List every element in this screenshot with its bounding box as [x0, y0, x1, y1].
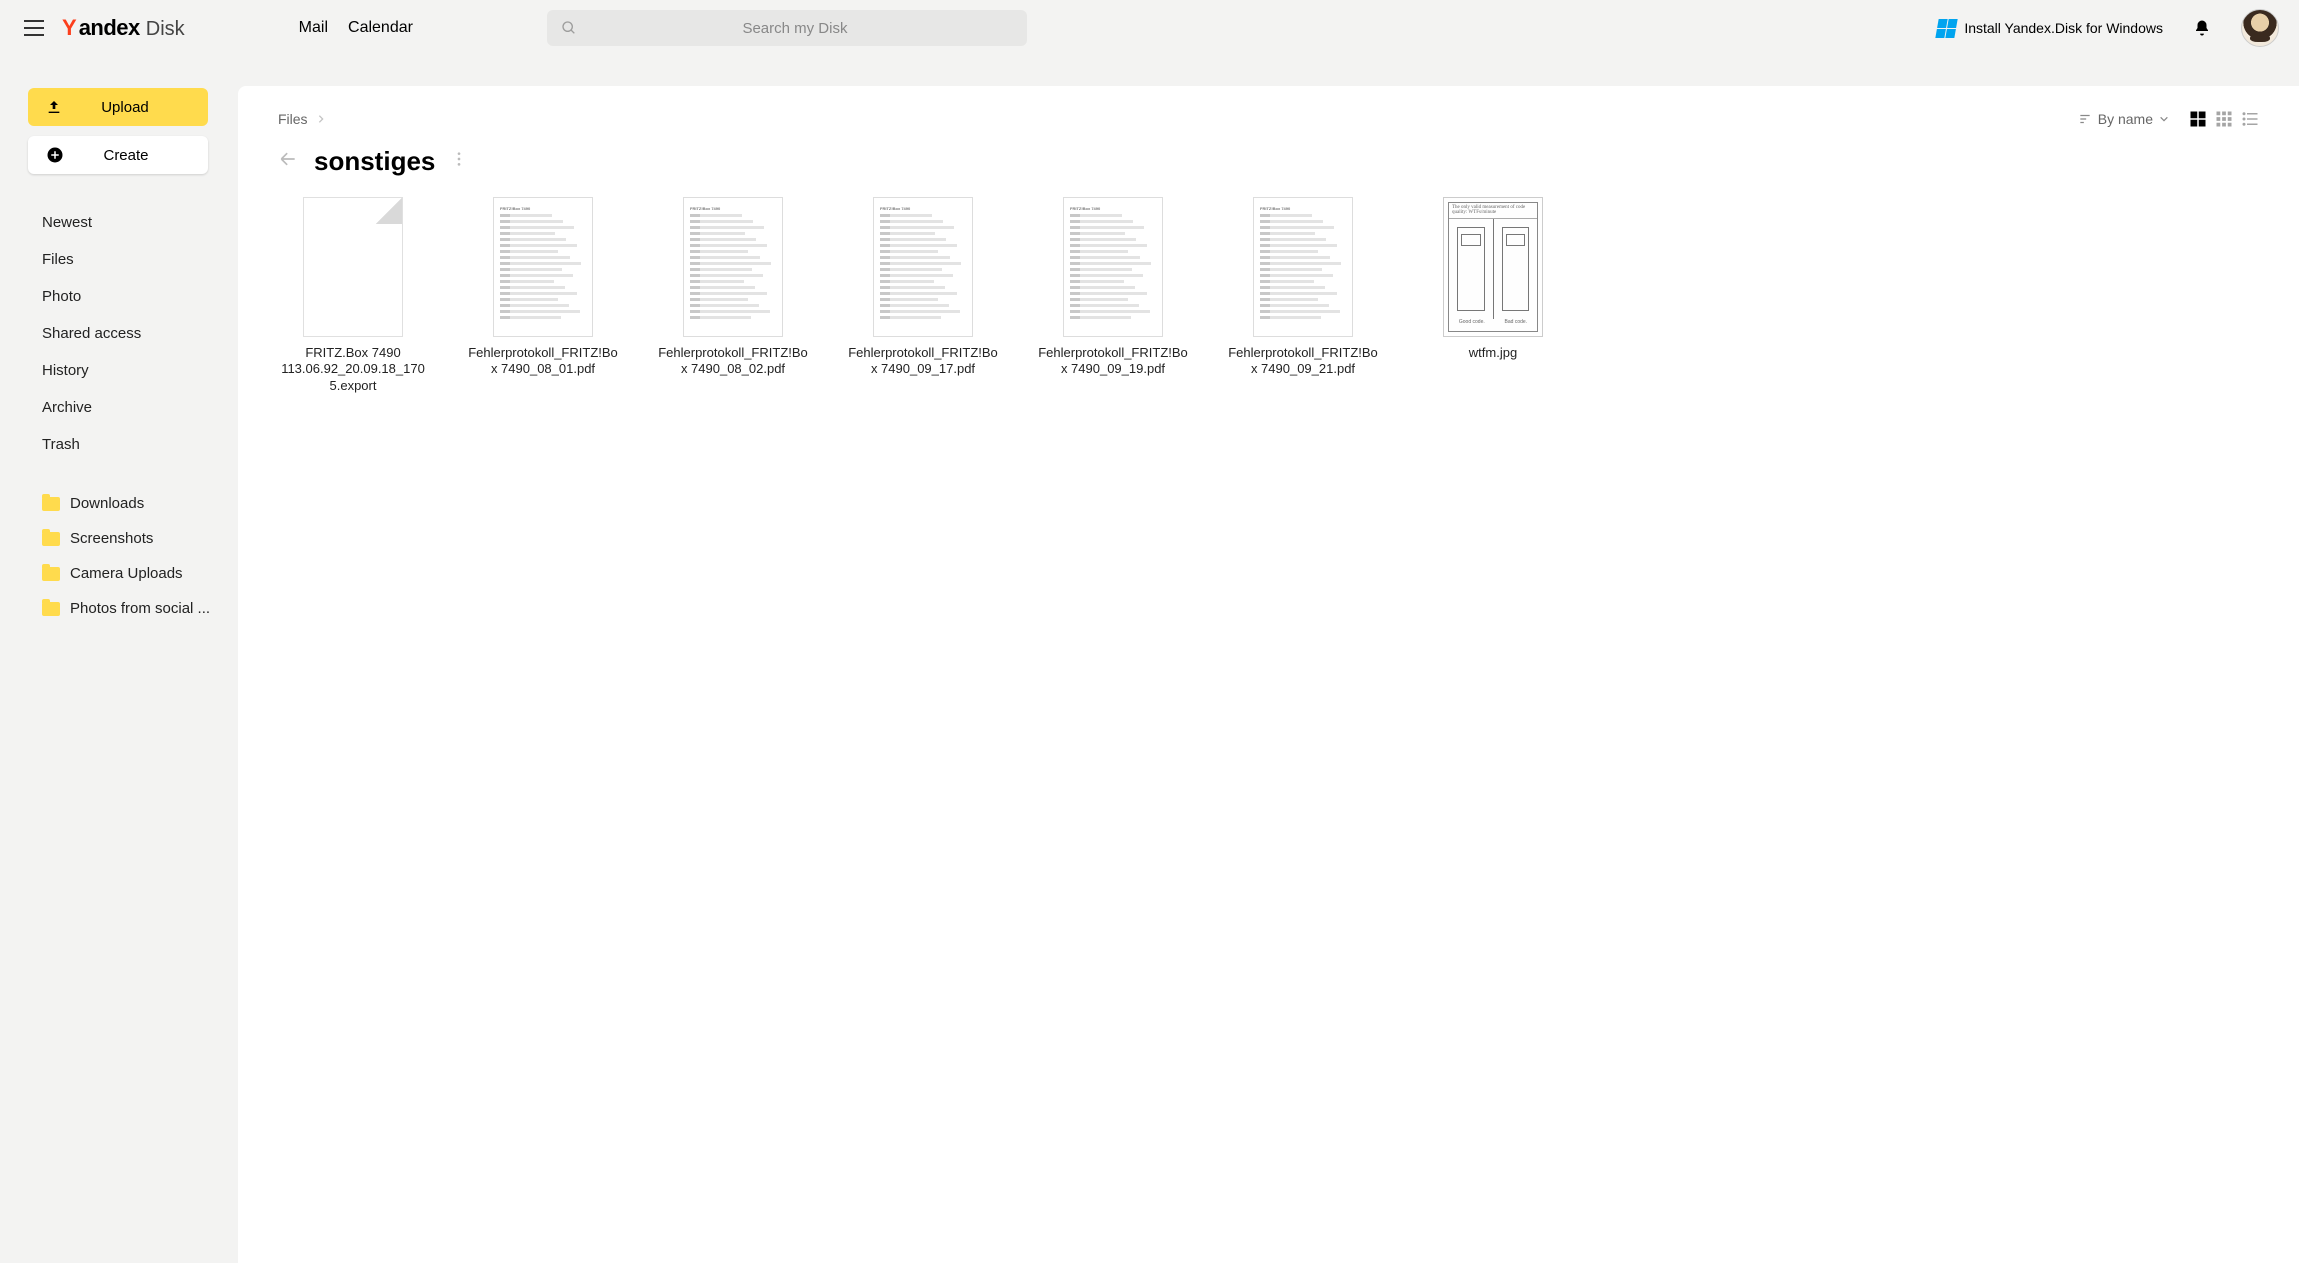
bell-icon[interactable]: [2193, 19, 2211, 37]
file-tile[interactable]: FRITZ!Box 7490 Fehlerprotokoll_FRITZ!Box …: [468, 197, 618, 394]
file-thumbnail: FRITZ!Box 7490: [1253, 197, 1353, 337]
menu-icon[interactable]: [20, 14, 48, 42]
view-small-tiles-icon[interactable]: [2215, 110, 2233, 128]
folder-photos-social[interactable]: Photos from social ...: [28, 598, 214, 619]
sort-icon: [2078, 112, 2092, 126]
nav-newest[interactable]: Newest: [28, 212, 214, 233]
folder-label: Camera Uploads: [70, 565, 183, 582]
nav-photo[interactable]: Photo: [28, 286, 214, 307]
folder-downloads[interactable]: Downloads: [28, 493, 214, 514]
view-bar: By name: [2078, 110, 2259, 128]
file-name: FRITZ.Box 7490 113.06.92_20.09.18_1705.e…: [278, 345, 428, 394]
folder-list: Downloads Screenshots Camera Uploads Pho…: [28, 493, 214, 619]
file-name: Fehlerprotokoll_FRITZ!Box 7490_08_02.pdf: [658, 345, 808, 378]
logo-brand-rest: andex: [79, 15, 140, 41]
file-thumbnail: The only valid measurement of code quali…: [1443, 197, 1543, 337]
nav-list: Newest Files Photo Shared access History…: [28, 212, 214, 455]
logo-brand-y: Y: [62, 15, 77, 41]
sort-label: By name: [2098, 111, 2153, 127]
top-links: Mail Calendar: [299, 19, 413, 37]
file-thumbnail: FRITZ!Box 7490: [683, 197, 783, 337]
back-button[interactable]: [278, 149, 298, 175]
install-label: Install Yandex.Disk for Windows: [1964, 20, 2163, 36]
windows-icon: [1936, 19, 1958, 38]
upload-label: Upload: [60, 99, 190, 116]
file-grid: FRITZ.Box 7490 113.06.92_20.09.18_1705.e…: [278, 197, 2259, 394]
page-title: sonstiges: [314, 146, 435, 177]
arrow-left-icon: [278, 149, 298, 169]
top-bar: Yandex Disk Mail Calendar Install Yandex…: [0, 0, 2299, 56]
folder-icon: [42, 497, 60, 511]
file-name: wtfm.jpg: [1469, 345, 1517, 361]
top-right: Install Yandex.Disk for Windows: [1937, 9, 2279, 47]
breadcrumb-root[interactable]: Files: [278, 111, 308, 127]
breadcrumb: Files: [278, 111, 326, 127]
chevron-right-icon: [316, 114, 326, 124]
file-thumbnail: [303, 197, 403, 337]
file-tile[interactable]: FRITZ.Box 7490 113.06.92_20.09.18_1705.e…: [278, 197, 428, 394]
chevron-down-icon: [2159, 114, 2169, 124]
folder-label: Photos from social ...: [70, 600, 210, 617]
folder-screenshots[interactable]: Screenshots: [28, 528, 214, 549]
view-large-tiles-icon[interactable]: [2189, 110, 2207, 128]
avatar[interactable]: [2241, 9, 2279, 47]
file-thumbnail: FRITZ!Box 7490: [873, 197, 973, 337]
file-name: Fehlerprotokoll_FRITZ!Box 7490_09_19.pdf: [1038, 345, 1188, 378]
top-link-calendar[interactable]: Calendar: [348, 19, 413, 37]
folder-icon: [42, 602, 60, 616]
view-list-icon[interactable]: [2241, 110, 2259, 128]
file-tile[interactable]: FRITZ!Box 7490 Fehlerprotokoll_FRITZ!Box …: [658, 197, 808, 394]
nav-files[interactable]: Files: [28, 249, 214, 270]
file-thumbnail: FRITZ!Box 7490: [493, 197, 593, 337]
folder-camera-uploads[interactable]: Camera Uploads: [28, 563, 214, 584]
view-toggles: [2189, 110, 2259, 128]
create-label: Create: [62, 147, 190, 164]
nav-archive[interactable]: Archive: [28, 397, 214, 418]
file-name: Fehlerprotokoll_FRITZ!Box 7490_09_17.pdf: [848, 345, 998, 378]
folder-icon: [42, 532, 60, 546]
file-name: Fehlerprotokoll_FRITZ!Box 7490_08_01.pdf: [468, 345, 618, 378]
logo[interactable]: Yandex Disk: [62, 15, 185, 41]
file-tile[interactable]: FRITZ!Box 7490 Fehlerprotokoll_FRITZ!Box …: [1228, 197, 1378, 394]
logo-product: Disk: [146, 18, 185, 41]
more-vertical-icon: [451, 151, 467, 167]
nav-trash[interactable]: Trash: [28, 434, 214, 455]
sidebar: Upload Create Newest Files Photo Shared …: [0, 56, 238, 1263]
upload-button[interactable]: Upload: [28, 88, 208, 126]
install-link[interactable]: Install Yandex.Disk for Windows: [1937, 19, 2163, 38]
file-name: Fehlerprotokoll_FRITZ!Box 7490_09_21.pdf: [1228, 345, 1378, 378]
folder-icon: [42, 567, 60, 581]
file-tile[interactable]: FRITZ!Box 7490 Fehlerprotokoll_FRITZ!Box …: [848, 197, 998, 394]
nav-shared[interactable]: Shared access: [28, 323, 214, 344]
file-tile[interactable]: The only valid measurement of code quali…: [1418, 197, 1568, 394]
search-box[interactable]: [547, 10, 1027, 46]
more-button[interactable]: [451, 150, 467, 173]
folder-label: Screenshots: [70, 530, 153, 547]
search-input[interactable]: [577, 20, 1013, 37]
nav-history[interactable]: History: [28, 360, 214, 381]
create-button[interactable]: Create: [28, 136, 208, 174]
sort-button[interactable]: By name: [2078, 111, 2169, 127]
search-icon: [561, 20, 577, 36]
top-link-mail[interactable]: Mail: [299, 19, 328, 37]
main-panel: Files By name sonstiges: [238, 86, 2299, 1263]
folder-label: Downloads: [70, 495, 144, 512]
file-thumbnail: FRITZ!Box 7490: [1063, 197, 1163, 337]
file-tile[interactable]: FRITZ!Box 7490 Fehlerprotokoll_FRITZ!Box …: [1038, 197, 1188, 394]
